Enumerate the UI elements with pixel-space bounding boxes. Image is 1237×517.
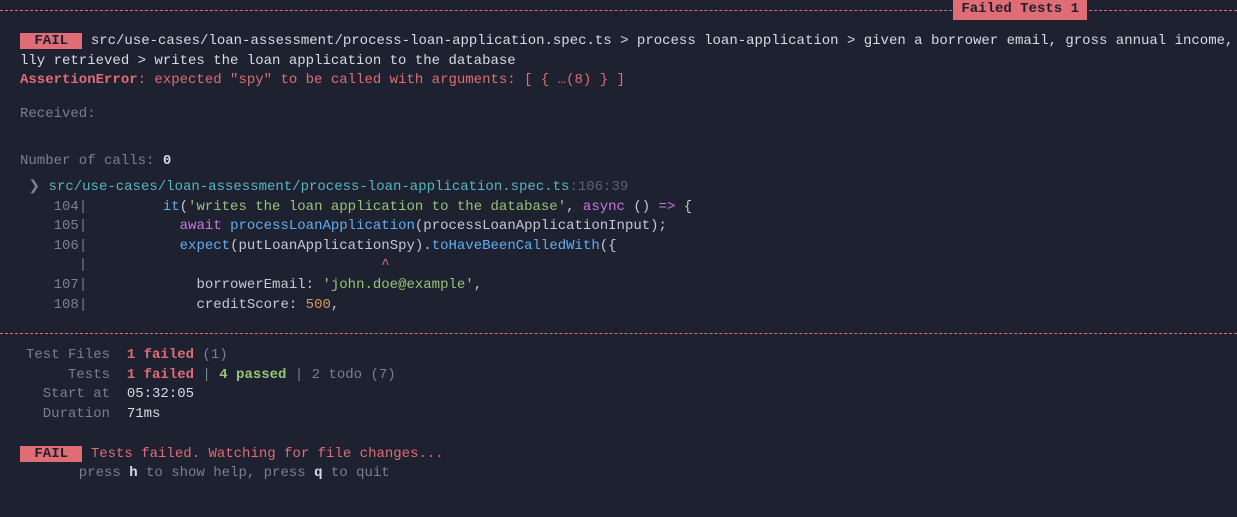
code-line-105: 105| await processLoanApplication(proces…	[20, 217, 1217, 237]
token-key: creditScore	[196, 297, 288, 313]
token-key: borrowerEmail	[196, 277, 305, 293]
gutter: |	[79, 218, 180, 234]
line-number: 107	[20, 277, 79, 293]
summary-duration: Duration 71ms	[20, 405, 1217, 425]
summary-tests: Tests 1 failed | 4 passed | 2 todo (7)	[20, 366, 1217, 386]
summary-label: Test Files	[20, 346, 110, 366]
token	[222, 218, 230, 234]
token-arrow: =>	[659, 199, 676, 215]
code-line-106: 106| expect(putLoanApplicationSpy).toHav…	[20, 237, 1217, 257]
key-h[interactable]: h	[129, 465, 137, 481]
fail-line-2: lly retrieved > writes the loan applicat…	[20, 52, 1217, 72]
summary-start-value: 05:32:05	[127, 386, 194, 402]
summary-test-files: Test Files 1 failed (1)	[20, 346, 1217, 366]
token-string: 'john.doe@example'	[322, 277, 473, 293]
token-number: 500	[306, 297, 331, 313]
summary-passed: 4 passed	[219, 367, 286, 383]
hint-text: to show help, press	[138, 465, 314, 481]
summary-failed: 1 failed	[127, 367, 194, 383]
code-line-107: 107| borrowerEmail: 'john.doe@example',	[20, 276, 1217, 296]
fail-line-1: FAIL src/use-cases/loan-assessment/proce…	[20, 32, 1217, 52]
summary-label: Duration	[20, 405, 110, 425]
summary-count: (1)	[194, 347, 228, 363]
token: ({	[600, 238, 617, 254]
stack-trace: ❯ src/use-cases/loan-assessment/process-…	[20, 178, 1217, 198]
calls-label: Number of calls:	[20, 153, 163, 169]
summary-rest: | 2 todo (7)	[286, 367, 395, 383]
footer-hint: press h to show help, press q to quit	[20, 464, 1217, 484]
token-fn: expect	[180, 238, 230, 254]
summary-label: Tests	[20, 366, 110, 386]
failed-tests-header: Failed Tests 1	[0, 0, 1237, 18]
token-keyword: async	[583, 199, 625, 215]
token-string: 'writes the loan application to the data…	[188, 199, 566, 215]
assertion-label: AssertionError	[20, 72, 138, 88]
gutter: |	[79, 238, 180, 254]
gutter: |	[79, 297, 197, 313]
code-line-108: 108| creditScore: 500,	[20, 296, 1217, 316]
error-caret-line: | ^	[20, 256, 1217, 276]
trace-loc: :106:39	[569, 179, 628, 195]
assertion-message: : expected "spy" to be called with argum…	[138, 72, 625, 88]
hint-text: press	[20, 465, 129, 481]
footer-message: Tests failed. Watching for file changes.…	[82, 446, 443, 462]
token: :	[289, 297, 306, 313]
token: ()	[625, 199, 659, 215]
summary-label: Start at	[20, 385, 110, 405]
gutter: |	[79, 199, 163, 215]
summary-duration-value: 71ms	[127, 406, 161, 422]
caret-icon: ❯	[20, 179, 49, 195]
token-fn: processLoanApplication	[230, 218, 415, 234]
token: (	[180, 199, 188, 215]
hint-text: to quit	[322, 465, 389, 481]
line-number: 105	[20, 218, 79, 234]
received-label: Received:	[20, 105, 1217, 125]
terminal-output: Failed Tests 1 FAIL src/use-cases/loan-a…	[0, 0, 1237, 484]
token: {	[675, 199, 692, 215]
divider	[0, 333, 1237, 334]
assertion-line: AssertionError: expected "spy" to be cal…	[20, 71, 1217, 91]
token-fn: toHaveBeenCalledWith	[432, 238, 600, 254]
footer-fail: FAIL Tests failed. Watching for file cha…	[20, 445, 1217, 465]
summary-sep: |	[194, 367, 219, 383]
token-fn: it	[163, 199, 180, 215]
token: ,	[331, 297, 339, 313]
code-line-104: 104| it('writes the loan application to …	[20, 198, 1217, 218]
summary-start: Start at 05:32:05	[20, 385, 1217, 405]
token: ,	[474, 277, 482, 293]
failed-tests-badge: Failed Tests 1	[953, 0, 1087, 20]
caret-mark: ^	[381, 257, 389, 273]
line-number: 104	[20, 199, 79, 215]
calls-line: Number of calls: 0	[20, 152, 1217, 172]
token: (processLoanApplicationInput);	[415, 218, 667, 234]
summary-failed: 1 failed	[127, 347, 194, 363]
token: ,	[566, 199, 583, 215]
fail-badge: FAIL	[20, 33, 82, 49]
caret-pad: |	[20, 257, 381, 273]
line-number: 106	[20, 238, 79, 254]
token: :	[306, 277, 323, 293]
calls-count: 0	[163, 153, 171, 169]
gutter: |	[79, 277, 197, 293]
token: (putLoanApplicationSpy).	[230, 238, 432, 254]
fail-badge: FAIL	[20, 446, 82, 462]
token-keyword: await	[180, 218, 222, 234]
line-number: 108	[20, 297, 79, 313]
trace-file: src/use-cases/loan-assessment/process-lo…	[49, 179, 570, 195]
test-path-1: src/use-cases/loan-assessment/process-lo…	[82, 33, 1237, 49]
